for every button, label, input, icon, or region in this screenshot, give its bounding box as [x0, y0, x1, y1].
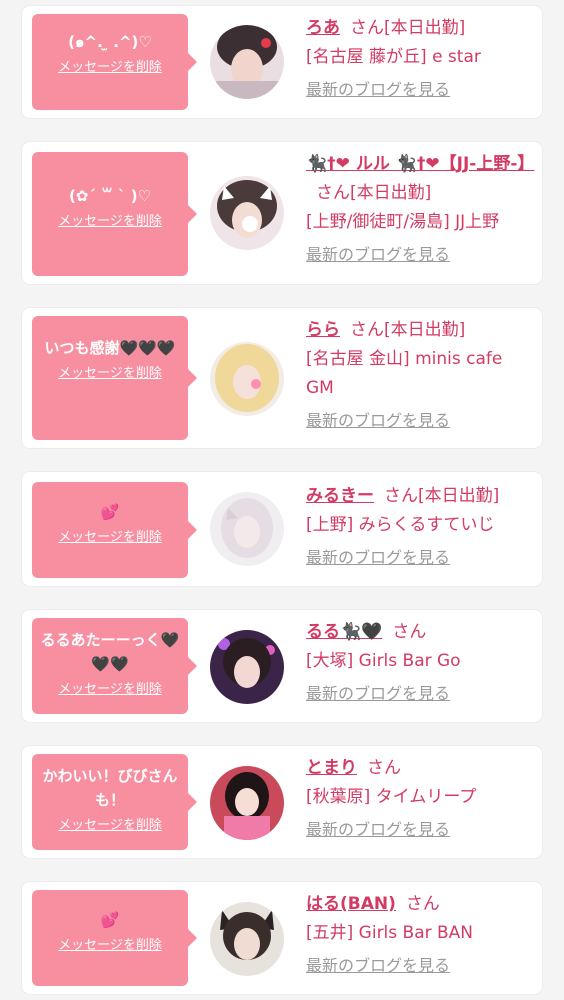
- shop-text: [上野/御徒町/湯島] JJ上野: [306, 212, 500, 232]
- delete-message-link[interactable]: メッセージを削除: [58, 934, 162, 953]
- list-item: (✿´ ꒳ ` )♡ メッセージを削除 🐈‍⬛†❤ ルル 🐈‍⬛†❤【JJ-上野…: [22, 142, 542, 284]
- shop-text: [名古屋 藤が丘] e star: [306, 47, 481, 67]
- honorific: さん: [405, 894, 440, 914]
- message-bubble: るるあたーーっく🖤🖤🖤 メッセージを削除: [32, 618, 197, 714]
- cast-name-link[interactable]: はる(BAN): [306, 894, 396, 914]
- avatar[interactable]: [210, 766, 284, 840]
- message-bubble: かわいい！びびさんも！ メッセージを削除: [32, 754, 197, 850]
- delete-message-link[interactable]: メッセージを削除: [58, 362, 162, 381]
- delete-message-link[interactable]: メッセージを削除: [58, 210, 162, 229]
- cast-name-link[interactable]: とまり: [306, 758, 357, 778]
- message-text: (๑^. ̫ .^)♡: [68, 33, 152, 51]
- message-bubble: 💕 メッセージを削除: [32, 890, 197, 986]
- list-item: 💕 メッセージを削除 みるきー さん[本日出勤] [上野] みらくるすていじ 最新…: [22, 472, 542, 586]
- honorific: さん: [350, 18, 384, 38]
- message-bubble: (✿´ ꒳ ` )♡ メッセージを削除: [32, 152, 197, 276]
- latest-blog-link[interactable]: 最新のブログを見る: [306, 680, 450, 704]
- status-text: [本日出勤]: [418, 486, 500, 506]
- delete-message-link[interactable]: メッセージを削除: [58, 526, 162, 545]
- message-text: 💕: [100, 911, 120, 929]
- list-item: かわいい！びびさんも！ メッセージを削除 とまり さん [秋葉原] タイムリープ …: [22, 746, 542, 858]
- list-item: 💕 メッセージを削除 はる(BAN) さん [五井] Girls Bar BAN …: [22, 882, 542, 994]
- shop-text: [秋葉原] タイムリープ: [306, 787, 477, 807]
- honorific: さん: [350, 320, 384, 340]
- cast-info: るる🐈‍⬛🖤 さん [大塚] Girls Bar Go 最新のブログを見る: [306, 618, 532, 704]
- cast-name-link[interactable]: らら: [306, 320, 340, 340]
- honorific: さん: [384, 486, 418, 506]
- message-text: るるあたーーっく🖤🖤🖤: [40, 631, 180, 673]
- delete-message-link[interactable]: メッセージを削除: [58, 56, 162, 75]
- avatar[interactable]: [210, 492, 284, 566]
- list-item: るるあたーーっく🖤🖤🖤 メッセージを削除 るる🐈‍⬛🖤 さん [大塚] Girls…: [22, 610, 542, 722]
- delete-message-link[interactable]: メッセージを削除: [58, 678, 162, 697]
- latest-blog-link[interactable]: 最新のブログを見る: [306, 407, 450, 431]
- shop-text: [名古屋 金山] minis cafe GM: [306, 349, 503, 398]
- status-text: [本日出勤]: [384, 18, 466, 38]
- message-bubble: 💕 メッセージを削除: [32, 482, 197, 578]
- status-text: [本日出勤]: [384, 320, 466, 340]
- honorific: さん: [392, 622, 427, 642]
- cast-info: ろあ さん[本日出勤] [名古屋 藤が丘] e star 最新のブログを見る: [306, 14, 532, 100]
- list-item: いつも感謝🖤🖤🖤 メッセージを削除 らら さん[本日出勤] [名古屋 金山] mi…: [22, 308, 542, 448]
- message-text: かわいい！びびさんも！: [42, 767, 178, 809]
- cast-name-link[interactable]: 🐈‍⬛†❤ ルル 🐈‍⬛†❤【JJ-上野-】: [306, 154, 534, 174]
- message-text: 💕: [100, 503, 120, 521]
- cast-info: みるきー さん[本日出勤] [上野] みらくるすていじ 最新のブログを見る: [306, 482, 532, 568]
- delete-message-link[interactable]: メッセージを削除: [58, 814, 162, 833]
- shop-text: [上野] みらくるすていじ: [306, 515, 495, 535]
- avatar[interactable]: [210, 630, 284, 704]
- cast-name-link[interactable]: ろあ: [306, 18, 340, 38]
- message-text: いつも感謝🖤🖤🖤: [44, 339, 176, 357]
- latest-blog-link[interactable]: 最新のブログを見る: [306, 76, 450, 100]
- latest-blog-link[interactable]: 最新のブログを見る: [306, 952, 450, 976]
- shop-text: [大塚] Girls Bar Go: [306, 651, 461, 671]
- message-list-page: (๑^. ̫ .^)♡ メッセージを削除 ろあ さん[本日出勤] [名古屋 藤が丘…: [0, 0, 564, 1000]
- avatar[interactable]: [210, 902, 284, 976]
- avatar[interactable]: [210, 25, 284, 99]
- honorific: さん: [316, 183, 350, 203]
- message-bubble: (๑^. ̫ .^)♡ メッセージを削除: [32, 14, 197, 110]
- cast-name-link[interactable]: みるきー: [306, 486, 374, 506]
- cast-info: とまり さん [秋葉原] タイムリープ 最新のブログを見る: [306, 754, 532, 840]
- cast-name-link[interactable]: るる🐈‍⬛🖤: [306, 622, 382, 642]
- message-text: (✿´ ꒳ ` )♡: [68, 187, 152, 205]
- latest-blog-link[interactable]: 最新のブログを見る: [306, 241, 450, 265]
- avatar[interactable]: [210, 176, 284, 250]
- shop-text: [五井] Girls Bar BAN: [306, 923, 474, 943]
- message-bubble: いつも感謝🖤🖤🖤 メッセージを削除: [32, 316, 197, 440]
- list-item: (๑^. ̫ .^)♡ メッセージを削除 ろあ さん[本日出勤] [名古屋 藤が丘…: [22, 6, 542, 118]
- status-text: [本日出勤]: [350, 183, 432, 203]
- latest-blog-link[interactable]: 最新のブログを見る: [306, 544, 450, 568]
- cast-info: らら さん[本日出勤] [名古屋 金山] minis cafe GM 最新のブログ…: [306, 316, 532, 431]
- avatar[interactable]: [210, 342, 284, 416]
- honorific: さん: [367, 758, 401, 778]
- cast-info: はる(BAN) さん [五井] Girls Bar BAN 最新のブログを見る: [306, 890, 532, 976]
- latest-blog-link[interactable]: 最新のブログを見る: [306, 816, 450, 840]
- cast-info: 🐈‍⬛†❤ ルル 🐈‍⬛†❤【JJ-上野-】さん[本日出勤] [上野/御徒町/湯…: [306, 150, 534, 265]
